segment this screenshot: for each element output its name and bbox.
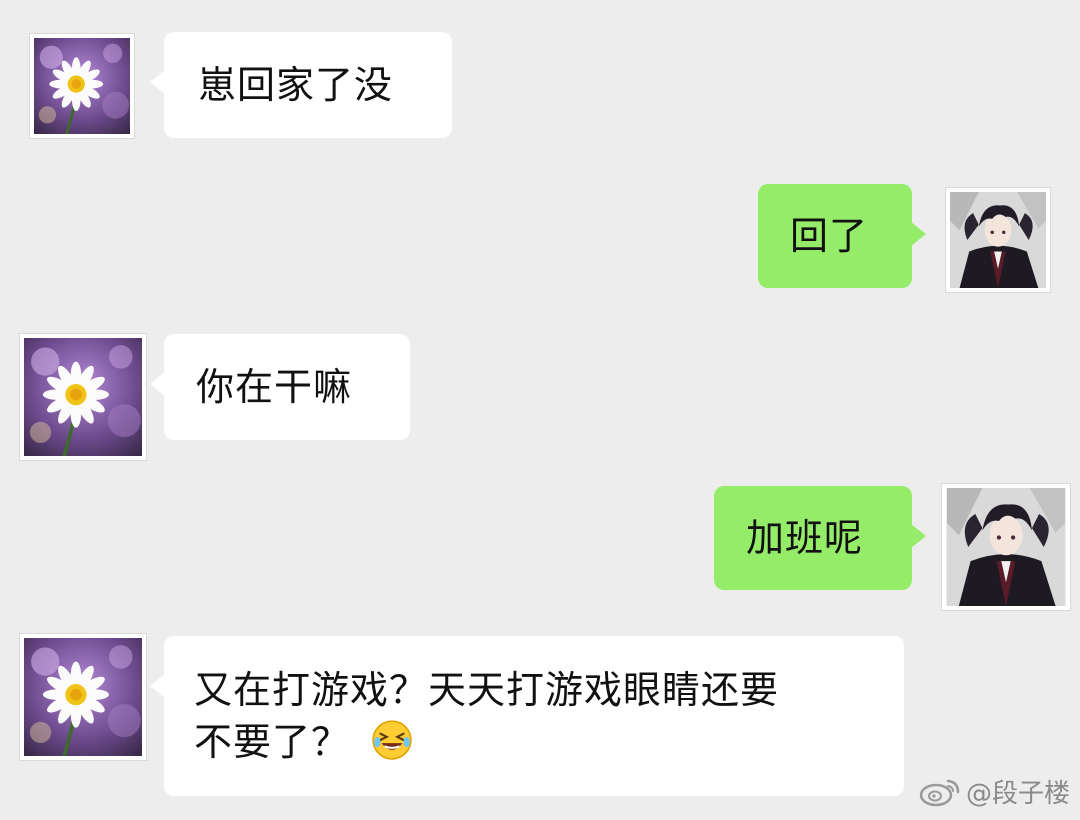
message-text: 加班呢 [746, 516, 864, 560]
message-text-line-1: 又在打游戏？天天打游戏眼睛还要 [194, 668, 780, 712]
message-bubble-outgoing[interactable]: 回了 [758, 184, 926, 288]
daisy-flower-avatar-image [24, 638, 142, 756]
watermark: @段子楼 [918, 773, 1070, 810]
daisy-flower-avatar-image [34, 38, 130, 134]
message-bubble-incoming[interactable]: 崽回家了没 [150, 32, 452, 138]
laughing-crying-emoji-icon [372, 720, 412, 760]
contact-avatar[interactable] [20, 334, 146, 460]
message-text-line-2: 不要了？ [194, 716, 874, 768]
message-text: 崽回家了没 [198, 63, 394, 107]
weibo-icon [919, 779, 960, 806]
watermark-text: @段子楼 [965, 779, 1070, 809]
user-avatar[interactable] [946, 188, 1050, 292]
anime-character-avatar-image [950, 192, 1046, 288]
message-bubble-incoming[interactable]: 你在干嘛 [150, 334, 410, 440]
message-text: 不要了？ [194, 720, 351, 764]
message-text: 你在干嘛 [196, 365, 353, 409]
contact-avatar[interactable] [30, 34, 134, 138]
message-bubble-outgoing[interactable]: 加班呢 [714, 486, 926, 590]
contact-avatar[interactable] [20, 634, 146, 760]
message-text: 回了 [790, 214, 869, 258]
message-bubble-incoming[interactable]: 又在打游戏？天天打游戏眼睛还要 不要了？ [150, 636, 904, 796]
daisy-flower-avatar-image [24, 338, 142, 456]
user-avatar[interactable] [942, 484, 1070, 610]
anime-character-avatar-image [946, 488, 1066, 606]
